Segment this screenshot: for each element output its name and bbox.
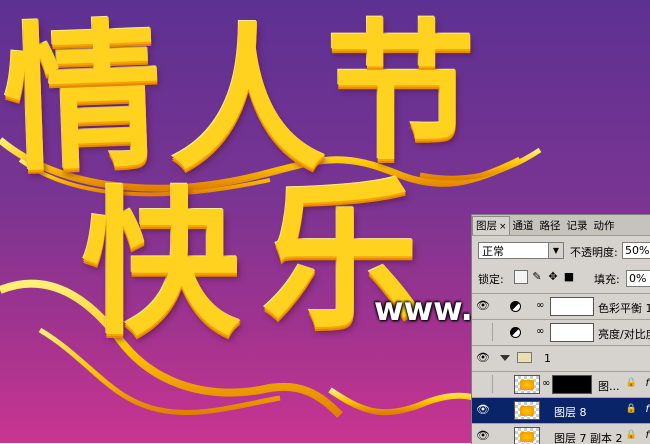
layer-row[interactable]: ∞ 图... 🔒 f [472, 371, 650, 397]
close-icon[interactable]: × [499, 222, 507, 232]
fx-icon[interactable]: f [645, 430, 649, 441]
visibility-toggle[interactable] [474, 323, 493, 341]
lock-icon: 🔒 [625, 430, 637, 440]
link-icon: ∞ [536, 326, 545, 337]
lock-icon: 🔒 [625, 404, 637, 414]
brush-icon[interactable]: ✎ [530, 270, 544, 284]
panel-tabs: 图层 × 通道 路径 记录 动作 [472, 215, 650, 236]
eye-icon[interactable]: 👁 [475, 351, 491, 365]
group-row[interactable]: 👁 1 [472, 345, 650, 371]
opacity-input[interactable]: 50% [622, 242, 650, 259]
char-jie: 节 [326, 5, 477, 181]
expand-triangle-icon[interactable] [500, 355, 510, 361]
layer-name: 图层 8 [554, 406, 587, 419]
layer-mask-thumbnail[interactable] [550, 297, 594, 316]
lock-icon[interactable]: ■ [562, 270, 576, 284]
char-qing: 情 [0, 3, 166, 194]
lock-transparency-icon[interactable] [514, 270, 528, 284]
adjustment-icon [510, 327, 521, 338]
tab-paths[interactable]: 路径 [537, 217, 564, 235]
char-ren: 人 [170, 8, 326, 191]
lock-label: 锁定: [478, 273, 504, 286]
layer-row[interactable]: ∞ 亮度/对比度 [472, 319, 650, 345]
tab-layers[interactable]: 图层 × [472, 216, 510, 235]
layers-panel: 图层 × 通道 路径 记录 动作 正常 ▼ 不透明度: 50% 锁定: ✎ ✥ ■… [471, 214, 650, 444]
tab-history[interactable]: 记录 [564, 217, 591, 235]
link-icon: ∞ [542, 378, 551, 389]
eye-icon[interactable]: 👁 [475, 299, 491, 313]
blend-mode-value: 正常 [482, 245, 504, 258]
layer-name: 色彩平衡 1 [598, 302, 650, 315]
eye-icon[interactable]: 👁 [475, 429, 491, 443]
fill-label: 填充: [594, 273, 620, 286]
blend-row: 正常 ▼ 不透明度: 50% [472, 239, 650, 263]
layer-row[interactable]: 👁 ∞ 色彩平衡 1 [472, 293, 650, 319]
layer-name: 图层 7 副本 2 [554, 432, 623, 444]
chevron-down-icon[interactable]: ▼ [548, 243, 563, 258]
fill-input[interactable]: 0% [626, 270, 650, 287]
fx-icon[interactable]: f [645, 404, 649, 415]
layer-row[interactable]: 👁 图层 7 副本 2 🔒 f [472, 423, 650, 444]
char-kuai: 快 [82, 172, 240, 357]
layer-name: 图... [598, 380, 620, 393]
layer-thumbnail [514, 375, 540, 394]
link-icon: ∞ [536, 300, 545, 311]
layers-list: 👁 ∞ 色彩平衡 1 ∞ 亮度/对比度 👁 1 ∞ 图... 🔒 f [472, 293, 650, 444]
layer-name: 1 [544, 352, 551, 365]
opacity-label: 不透明度: [570, 246, 618, 259]
layer-mask-thumbnail[interactable] [550, 323, 594, 342]
fx-icon[interactable]: f [645, 378, 649, 389]
tab-label: 图层 [476, 220, 497, 232]
lock-row: 锁定: ✎ ✥ ■ 填充: 0% [472, 267, 650, 289]
eye-icon[interactable]: 👁 [475, 403, 491, 417]
move-icon[interactable]: ✥ [546, 270, 560, 284]
lock-icon: 🔒 [625, 378, 637, 388]
layer-row-selected[interactable]: 👁 图层 8 🔒 f [472, 397, 650, 423]
layer-thumbnail [514, 401, 540, 420]
tab-channels[interactable]: 通道 [510, 217, 537, 235]
folder-icon [517, 352, 532, 363]
tab-actions[interactable]: 动作 [591, 217, 618, 235]
layer-mask-thumbnail[interactable] [552, 375, 592, 394]
blend-mode-select[interactable]: 正常 ▼ [478, 242, 564, 259]
layer-name: 亮度/对比度 [598, 328, 650, 341]
layer-thumbnail [514, 427, 540, 444]
adjustment-icon [510, 301, 521, 312]
visibility-toggle[interactable] [474, 375, 493, 393]
